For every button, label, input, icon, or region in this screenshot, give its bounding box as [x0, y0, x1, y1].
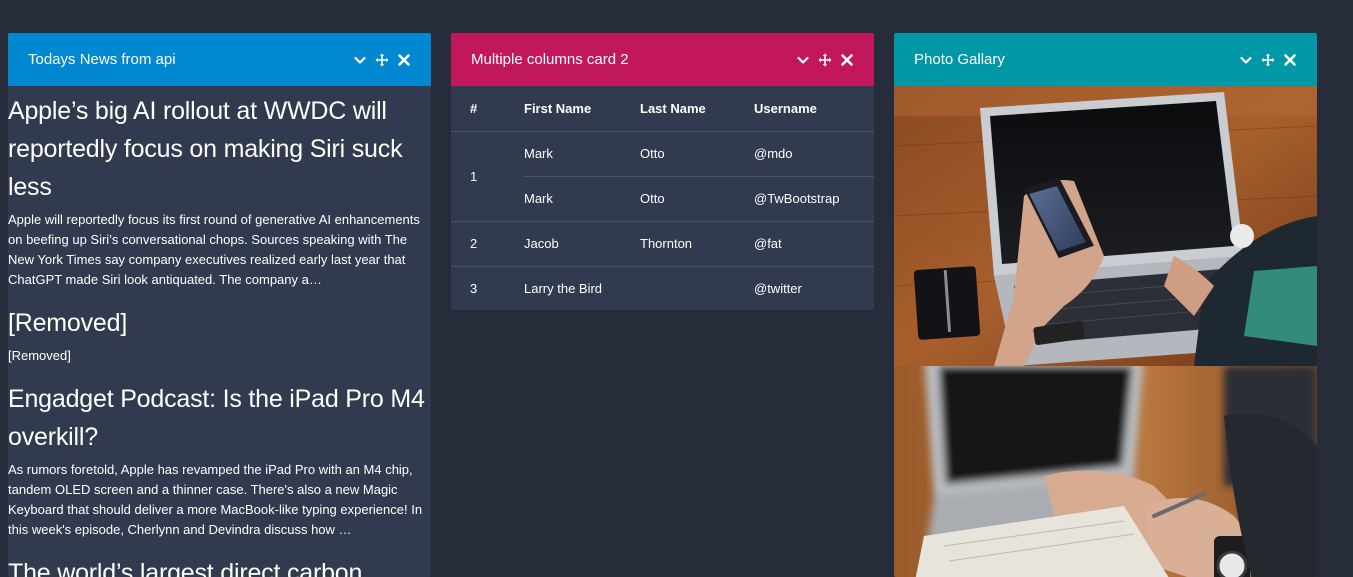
news-list: Apple’s big AI rollout at WWDC will repo… [8, 86, 431, 577]
column-header-username: Username [754, 86, 874, 132]
news-title[interactable]: Engadget Podcast: Is the iPad Pro M4 ove… [8, 380, 431, 456]
table-card-tools [796, 53, 854, 67]
chevron-down-icon[interactable] [353, 53, 367, 67]
cell-username: @fat [754, 221, 874, 267]
gallery-card-title: Photo Gallary [914, 51, 1005, 68]
news-title[interactable]: The world’s largest direct carbon [8, 554, 431, 577]
cell-username: @mdo [754, 131, 874, 177]
cell-number: 2 [451, 221, 524, 267]
gallery-card-tools [1239, 53, 1297, 67]
table-row: 3 Larry the Bird @twitter [451, 266, 874, 310]
gallery-photo[interactable] [894, 366, 1317, 577]
gallery-photo[interactable] [894, 86, 1317, 366]
news-item: The world’s largest direct carbon [8, 554, 431, 577]
dashboard-page: Todays News from api Apple’s big AI roll… [0, 0, 1353, 577]
news-title[interactable]: [Removed] [8, 304, 431, 342]
users-table: # First Name Last Name Username 1 Mark O… [451, 86, 874, 310]
gallery-card: Photo Gallary [894, 33, 1317, 577]
news-description: As rumors foretold, Apple has revamped t… [8, 462, 423, 537]
move-icon[interactable] [1261, 53, 1275, 67]
column-header-number: # [451, 86, 524, 132]
news-item: [Removed] [Removed] [8, 304, 431, 366]
news-card-tools [353, 53, 411, 67]
cell-first-name: Larry the Bird [524, 281, 603, 297]
close-icon[interactable] [1283, 53, 1297, 67]
cell-username: @twitter [754, 281, 802, 297]
cell-first-name: Jacob [524, 221, 640, 267]
cell-last-name: Thornton [640, 221, 754, 267]
column-header-last-name: Last Name [640, 86, 754, 132]
close-icon[interactable] [397, 53, 411, 67]
table-card: Multiple columns card 2 # First Name Las… [451, 33, 874, 310]
news-card-title: Todays News from api [28, 51, 176, 68]
chevron-down-icon[interactable] [796, 53, 810, 67]
table-row: 2 Jacob Thornton @fat [451, 221, 874, 267]
news-card-header: Todays News from api [8, 33, 431, 86]
news-card: Todays News from api Apple’s big AI roll… [8, 33, 431, 577]
cell-number: 1 [451, 131, 524, 222]
news-title[interactable]: Apple’s big AI rollout at WWDC will repo… [8, 92, 431, 206]
cell-first-name: Mark [524, 131, 640, 177]
table-row: 1 Mark Otto @mdo [451, 131, 874, 222]
move-icon[interactable] [375, 53, 389, 67]
gallery-card-header: Photo Gallary [894, 33, 1317, 86]
news-item: Apple’s big AI rollout at WWDC will repo… [8, 92, 431, 290]
close-icon[interactable] [840, 53, 854, 67]
cell-first-name: Mark [524, 176, 640, 222]
cell-number: 3 [470, 281, 478, 297]
table-card-header: Multiple columns card 2 [451, 33, 874, 86]
table-header-row: # First Name Last Name Username [451, 86, 874, 132]
move-icon[interactable] [818, 53, 832, 67]
cell-username: @TwBootstrap [754, 176, 874, 222]
news-description: [Removed] [8, 348, 71, 363]
news-item: Engadget Podcast: Is the iPad Pro M4 ove… [8, 380, 431, 540]
table-card-title: Multiple columns card 2 [471, 51, 629, 68]
chevron-down-icon[interactable] [1239, 53, 1253, 67]
cell-last-name: Otto [640, 131, 754, 177]
column-header-first-name: First Name [524, 86, 640, 132]
cell-last-name [640, 266, 754, 310]
cell-last-name: Otto [640, 176, 754, 222]
news-description: Apple will reportedly focus its first ro… [8, 212, 420, 287]
